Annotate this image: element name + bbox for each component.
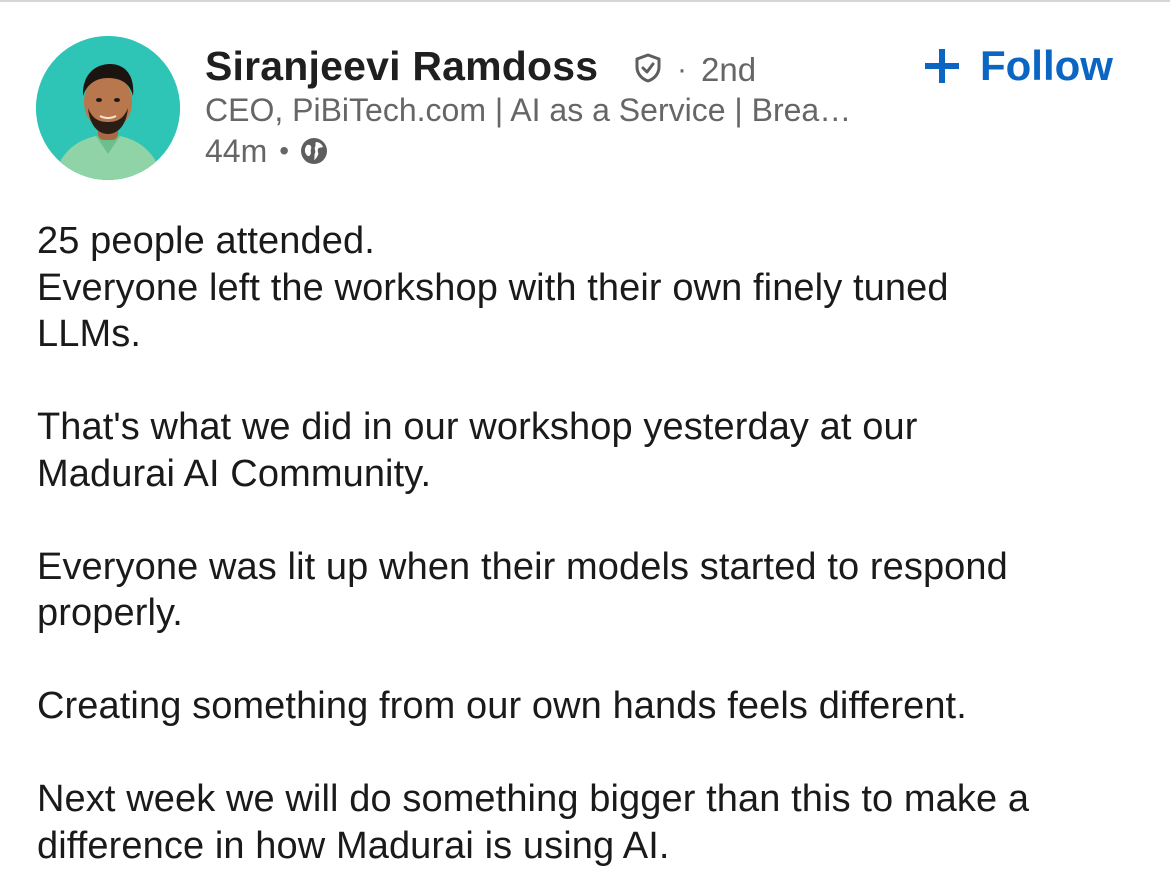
- post-body: 25 people attended. Everyone left the wo…: [37, 218, 1147, 869]
- follow-button[interactable]: Follow: [922, 38, 1113, 94]
- avatar-photo: [36, 36, 180, 180]
- post-text-line: That's what we did in our workshop yeste…: [37, 406, 918, 448]
- post-text-line: Madurai AI Community.: [37, 452, 432, 495]
- post-text-line: Everyone was lit up when their models st…: [37, 545, 1008, 588]
- post-paragraph: That's what we did in our workshop yeste…: [37, 404, 1147, 497]
- plus-icon: [925, 49, 959, 83]
- globe-icon: [301, 138, 328, 164]
- follow-label: Follow: [980, 42, 1113, 89]
- post-header: Siranjeevi Ramdoss · 2nd Follow CEO, PiB…: [0, 0, 1170, 200]
- post-paragraph: 25 people attended. Everyone left the wo…: [37, 218, 1147, 358]
- separator-dot: •: [279, 135, 290, 166]
- post-time: 44m: [205, 132, 268, 169]
- author-name[interactable]: Siranjeevi Ramdoss: [205, 40, 598, 92]
- author-headline: CEO, PiBiTech.com | AI as a Service | Br…: [205, 92, 852, 128]
- post-text-line: Next week we will do something bigger th…: [37, 778, 1030, 820]
- post-paragraph: Next week we will do something bigger th…: [37, 776, 1147, 869]
- post-text-line: Creating something from our own hands fe…: [37, 685, 967, 727]
- post-text-line: LLMs.: [37, 313, 141, 355]
- post-meta: 44m •: [205, 130, 329, 172]
- post-paragraph: Everyone was lit up when their models st…: [37, 544, 1147, 637]
- post-paragraph: Creating something from our own hands fe…: [37, 683, 1147, 730]
- avatar[interactable]: [36, 36, 180, 180]
- post-text-line: 25 people attended.: [37, 220, 375, 262]
- shield-check-icon: [635, 53, 661, 83]
- post-text-line: Everyone left the workshop with their ow…: [37, 266, 949, 309]
- post-text-line: difference in how Madurai is using AI.: [37, 824, 670, 867]
- post-text-line: properly.: [37, 592, 183, 634]
